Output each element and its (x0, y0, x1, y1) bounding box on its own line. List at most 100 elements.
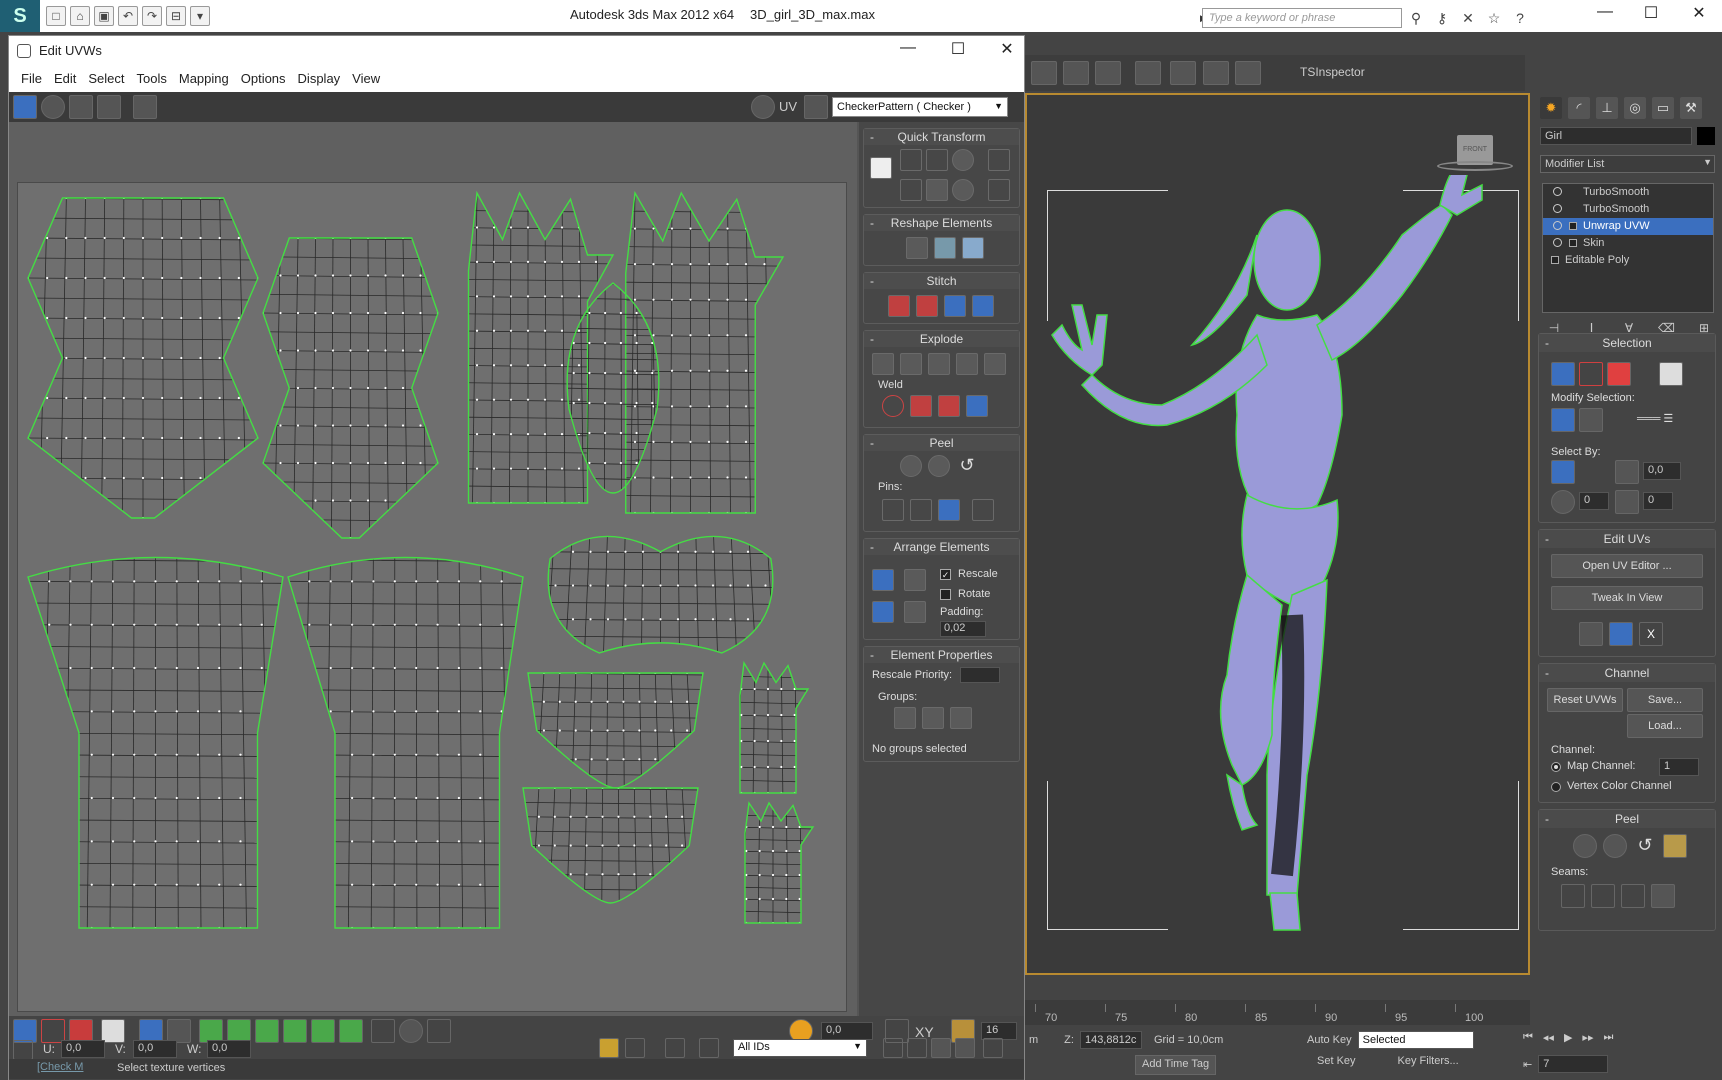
grow-selection-icon[interactable] (1551, 408, 1575, 432)
viewcube-ring[interactable] (1437, 161, 1513, 171)
time-slider-track[interactable]: 70 75 80 85 90 95 100 (1025, 1000, 1530, 1025)
render-iterative-icon[interactable] (1235, 61, 1261, 85)
save-file-icon[interactable]: ▣ (94, 6, 114, 26)
rotate-90-ccw-icon[interactable] (952, 179, 974, 201)
stitch-to-average-icon[interactable] (916, 295, 938, 317)
uvw-minimize-button[interactable]: — (894, 39, 922, 57)
uv-shell[interactable] (528, 517, 794, 655)
stitch-to-target-icon[interactable] (944, 295, 966, 317)
girl-model[interactable] (1042, 175, 1512, 955)
ring-icon[interactable] (283, 1019, 307, 1043)
straighten-selection-icon[interactable] (906, 237, 928, 259)
subscription-icon[interactable]: ⚷ (1432, 8, 1452, 28)
main-close-button[interactable]: ✕ (1684, 3, 1714, 23)
filter-icon[interactable] (699, 1038, 719, 1058)
shrink-selection-icon[interactable] (1579, 408, 1603, 432)
add-to-group-icon[interactable] (950, 707, 972, 729)
uv-shell[interactable] (729, 801, 818, 925)
key-filters-button[interactable]: Key Filters... (1398, 1055, 1459, 1067)
uv-grid-region[interactable] (17, 182, 847, 1012)
hierarchy-tab-icon[interactable]: ⊥ (1596, 97, 1618, 119)
menu-mapping[interactable]: Mapping (173, 66, 235, 92)
uv-shell[interactable] (256, 237, 446, 540)
align-diagonal-icon[interactable] (926, 149, 948, 171)
map-channel-field[interactable]: 1 (1659, 758, 1699, 776)
loop-shrink-icon[interactable] (255, 1019, 279, 1043)
target-weld-icon[interactable] (882, 395, 904, 417)
reshape-elements-title[interactable]: - Reshape Elements (864, 215, 1019, 231)
weld-selected-icon[interactable] (910, 395, 932, 417)
detach-icon[interactable] (900, 353, 922, 375)
u-field[interactable]: 0,0 (61, 1040, 105, 1058)
pelt-map-icon[interactable] (1663, 834, 1687, 858)
main-maximize-button[interactable]: ☐ (1636, 3, 1666, 23)
peel-rollout-title[interactable]: - Peel (1539, 810, 1715, 828)
uvw-maximize-button[interactable]: ☐ (944, 39, 972, 59)
convert-edge-seam-icon[interactable] (1621, 884, 1645, 908)
unpin-selected-icon[interactable] (910, 499, 932, 521)
stack-item-editable-poly[interactable]: Editable Poly (1543, 252, 1713, 269)
lightbulb-icon[interactable] (1553, 187, 1562, 196)
uv-shell[interactable] (724, 660, 813, 795)
relax-icon[interactable] (934, 237, 956, 259)
add-time-tag-button[interactable]: Add Time Tag (1135, 1055, 1217, 1075)
weld-all-icon[interactable] (938, 395, 960, 417)
loop-ring-icon[interactable]: ═══ ☰ (1637, 412, 1673, 425)
select-by-edge-icon[interactable] (1579, 460, 1603, 484)
play-icon[interactable]: ▶ (1564, 1031, 1572, 1044)
app-logo-icon[interactable]: S (0, 0, 40, 32)
open-uv-editor-button[interactable]: Open UV Editor ... (1551, 554, 1703, 578)
rescale-checkbox[interactable]: ✓ (940, 569, 951, 580)
quick-peel-icon[interactable] (1573, 834, 1597, 858)
utilities-tab-icon[interactable]: ⚒ (1680, 97, 1702, 119)
render-production-icon[interactable] (1203, 61, 1229, 85)
display-tab-icon[interactable]: ▭ (1652, 97, 1674, 119)
zoom-icon[interactable] (907, 1038, 927, 1058)
search-input[interactable]: Type a keyword or phrase (1202, 8, 1402, 28)
freeform-tool-icon[interactable] (97, 95, 121, 119)
pin-selected-icon[interactable] (882, 499, 904, 521)
goto-end-icon[interactable]: ⏭ (1603, 1031, 1613, 1044)
undo-icon[interactable]: ↶ (118, 6, 138, 26)
render-setup-icon[interactable] (1135, 61, 1161, 85)
ids-dropdown[interactable]: All IDs ▼ (733, 1039, 867, 1057)
main-minimize-button[interactable]: — (1590, 3, 1620, 21)
lightbulb-icon[interactable] (1553, 221, 1562, 230)
stitch-title[interactable]: - Stitch (864, 273, 1019, 289)
absolute-mode-icon[interactable] (13, 1040, 33, 1060)
menu-options[interactable]: Options (235, 66, 292, 92)
tsinspector-label[interactable]: TSInspector (1300, 65, 1365, 79)
uv-editor-canvas[interactable] (9, 122, 857, 1016)
expand-icon[interactable] (1551, 256, 1559, 264)
menu-tools[interactable]: Tools (131, 66, 173, 92)
menu-select[interactable]: Select (82, 66, 130, 92)
uv-shell[interactable] (515, 787, 707, 905)
new-file-icon[interactable]: □ (46, 6, 66, 26)
select-by-material-icon[interactable] (1615, 490, 1639, 514)
select-by-smoothing-icon[interactable] (1551, 490, 1575, 514)
expand-icon[interactable] (1569, 239, 1577, 247)
flatten-by-material-icon[interactable] (956, 353, 978, 375)
key-mode-dropdown[interactable]: Selected (1357, 1031, 1474, 1049)
schematic-view-icon[interactable] (1031, 61, 1057, 85)
map-channel-radio[interactable] (1551, 762, 1561, 772)
reset-uvws-button[interactable]: Reset UVWs (1547, 688, 1623, 712)
uvw-close-button[interactable]: ✕ (993, 39, 1021, 59)
set-key-button[interactable]: Set Key (1317, 1055, 1356, 1067)
next-frame-icon[interactable]: ▸▸ (1582, 1031, 1593, 1044)
pan-hand-icon[interactable] (883, 1038, 903, 1058)
edit-uvs-rollout-title[interactable]: - Edit UVs (1539, 530, 1715, 548)
linear-align-icon[interactable] (926, 179, 948, 201)
w-field[interactable]: 0,0 (207, 1040, 251, 1058)
lightbulb-icon[interactable] (1553, 204, 1562, 213)
communication-icon[interactable]: ✕ (1458, 8, 1478, 28)
face-selection-icon[interactable] (1607, 362, 1631, 386)
padding-field[interactable]: 0,02 (940, 621, 986, 637)
lock-selection-icon[interactable] (599, 1038, 619, 1058)
goto-start-icon[interactable]: ⏮ (1523, 1031, 1533, 1044)
uv-shell[interactable] (19, 197, 267, 520)
scale-tool-icon[interactable] (69, 95, 93, 119)
show-map-icon[interactable] (751, 95, 775, 119)
quick-planar-icon[interactable] (1579, 622, 1603, 646)
redo-icon[interactable]: ↷ (142, 6, 162, 26)
